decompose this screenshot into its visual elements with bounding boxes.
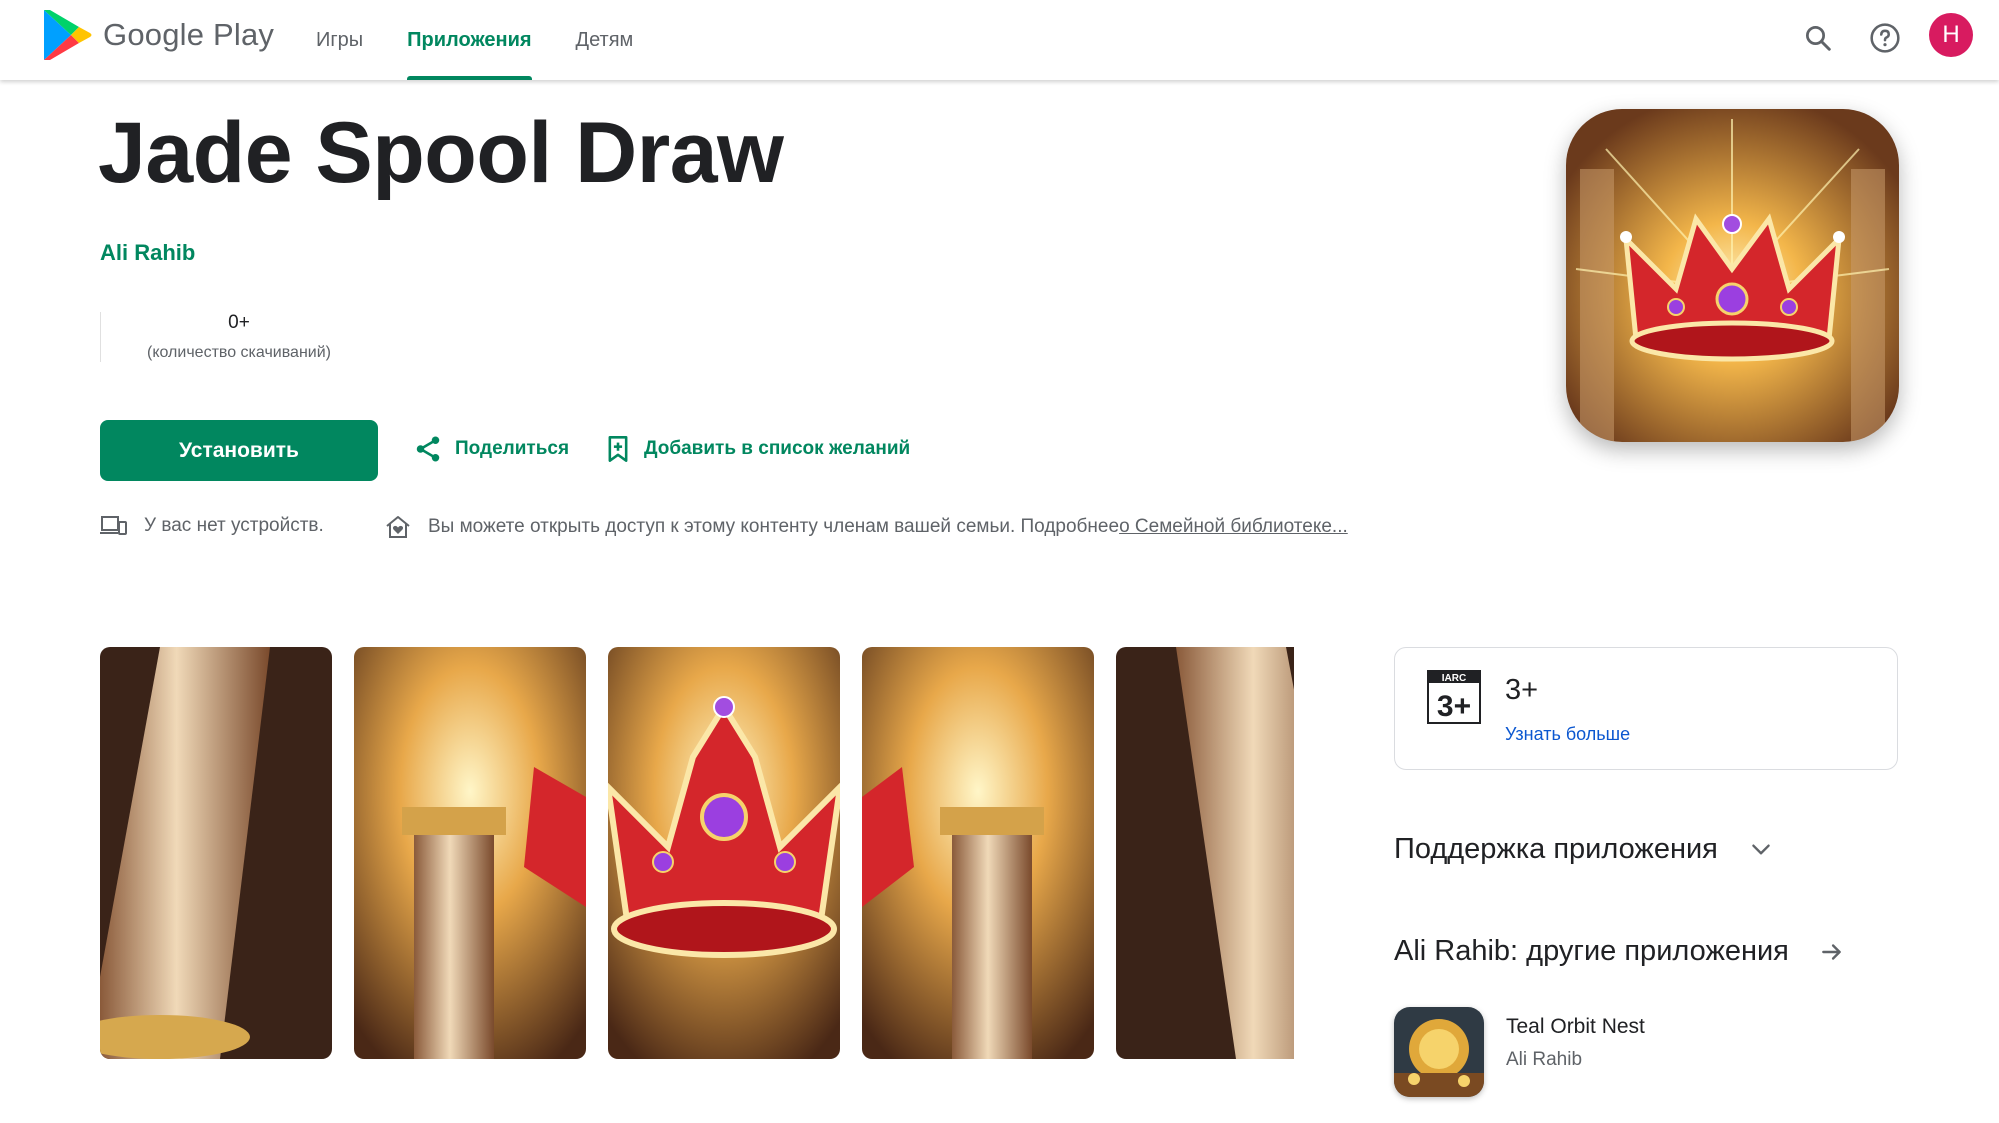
- tab-games[interactable]: Игры: [294, 0, 385, 80]
- top-nav: Игры Приложения Детям: [294, 0, 655, 80]
- tab-apps-label: Приложения: [407, 28, 532, 51]
- crown-artwork: [1566, 109, 1899, 442]
- screenshot-image: [100, 647, 332, 1059]
- iarc-3-plus-icon: IARC 3+: [1427, 670, 1481, 724]
- rating-learn-more-link[interactable]: Узнать больше: [1505, 724, 1630, 745]
- downloads-value: 0+: [228, 312, 250, 333]
- related-app-developer: Ali Rahib: [1506, 1049, 1583, 1070]
- content-rating-card: IARC 3+ 3+ Узнать больше: [1394, 647, 1898, 770]
- wishlist-label: Добавить в список желаний: [644, 438, 911, 459]
- app-support-title: Поддержка приложения: [1394, 833, 1718, 865]
- share-label: Поделиться: [455, 438, 570, 459]
- rating-value: 3+: [1505, 674, 1539, 706]
- tab-games-label: Игры: [316, 28, 364, 51]
- account-avatar[interactable]: H: [1929, 13, 1973, 57]
- family-home-icon: [386, 516, 410, 538]
- related-app-icon: [1394, 1007, 1484, 1097]
- arrow-forward-icon: [1822, 943, 1841, 960]
- chevron-down-icon: [1752, 843, 1770, 854]
- related-app-artwork: [1394, 1007, 1484, 1097]
- iarc-label: IARC: [1442, 673, 1466, 684]
- google-play-icon: [44, 10, 92, 60]
- tab-kids-label: Детям: [575, 28, 634, 51]
- wishlist-button[interactable]: Добавить в список желаний: [604, 434, 910, 464]
- bookmark-add-icon: [608, 436, 628, 462]
- tab-kids[interactable]: Детям: [554, 0, 656, 80]
- more-by-developer-section[interactable]: Ali Rahib: другие приложения: [1394, 935, 1845, 968]
- family-library-link[interactable]: о Семейной библиотеке...: [1119, 516, 1348, 538]
- screenshot-3[interactable]: [608, 647, 840, 1059]
- help-button[interactable]: [1863, 16, 1907, 60]
- screenshot-2[interactable]: [354, 647, 586, 1059]
- downloads-label: (количество скачиваний): [147, 344, 331, 361]
- app-support-section[interactable]: Поддержка приложения: [1394, 833, 1774, 866]
- more-by-title: Ali Rahib: другие приложения: [1394, 935, 1789, 967]
- developer-link[interactable]: Ali Rahib: [100, 240, 195, 266]
- share-icon: [416, 436, 440, 462]
- share-button[interactable]: Поделиться: [413, 434, 569, 464]
- search-icon: [1806, 26, 1831, 51]
- help-icon: [1870, 23, 1900, 53]
- downloads-stat: 0+ (количество скачиваний): [100, 312, 377, 362]
- screenshot-4[interactable]: [862, 647, 1094, 1059]
- screenshot-5[interactable]: [1116, 647, 1294, 1059]
- install-button[interactable]: Установить: [100, 420, 378, 481]
- device-note-text: У вас нет устройств.: [144, 515, 324, 536]
- family-note: Вы можете открыть доступ к этому контент…: [384, 514, 1348, 540]
- devices-icon: [100, 516, 127, 535]
- related-app-item[interactable]: Teal Orbit Nest Ali Rahib: [1394, 1007, 1645, 1097]
- screenshot-image: [354, 647, 586, 1059]
- app-icon: [1566, 109, 1899, 442]
- device-note: У вас нет устройств.: [100, 514, 324, 538]
- family-note-text: Вы можете открыть доступ к этому контент…: [428, 516, 1120, 537]
- search-button[interactable]: [1796, 16, 1840, 60]
- screenshot-image: [608, 647, 840, 1059]
- screenshot-carousel[interactable]: [100, 647, 1294, 1059]
- google-play-logo[interactable]: Google Play: [41, 8, 274, 62]
- iarc-value: 3+: [1437, 690, 1471, 723]
- screenshot-image: [1116, 647, 1294, 1059]
- app-title: Jade Spool Draw: [98, 105, 784, 201]
- screenshot-image: [862, 647, 1094, 1059]
- tab-apps[interactable]: Приложения: [385, 0, 553, 80]
- brand-name: Google Play: [103, 17, 275, 52]
- screenshot-1[interactable]: [100, 647, 332, 1059]
- related-app-name: Teal Orbit Nest: [1506, 1015, 1645, 1038]
- top-bar: Google Play Игры Приложения Детям H: [0, 0, 1999, 80]
